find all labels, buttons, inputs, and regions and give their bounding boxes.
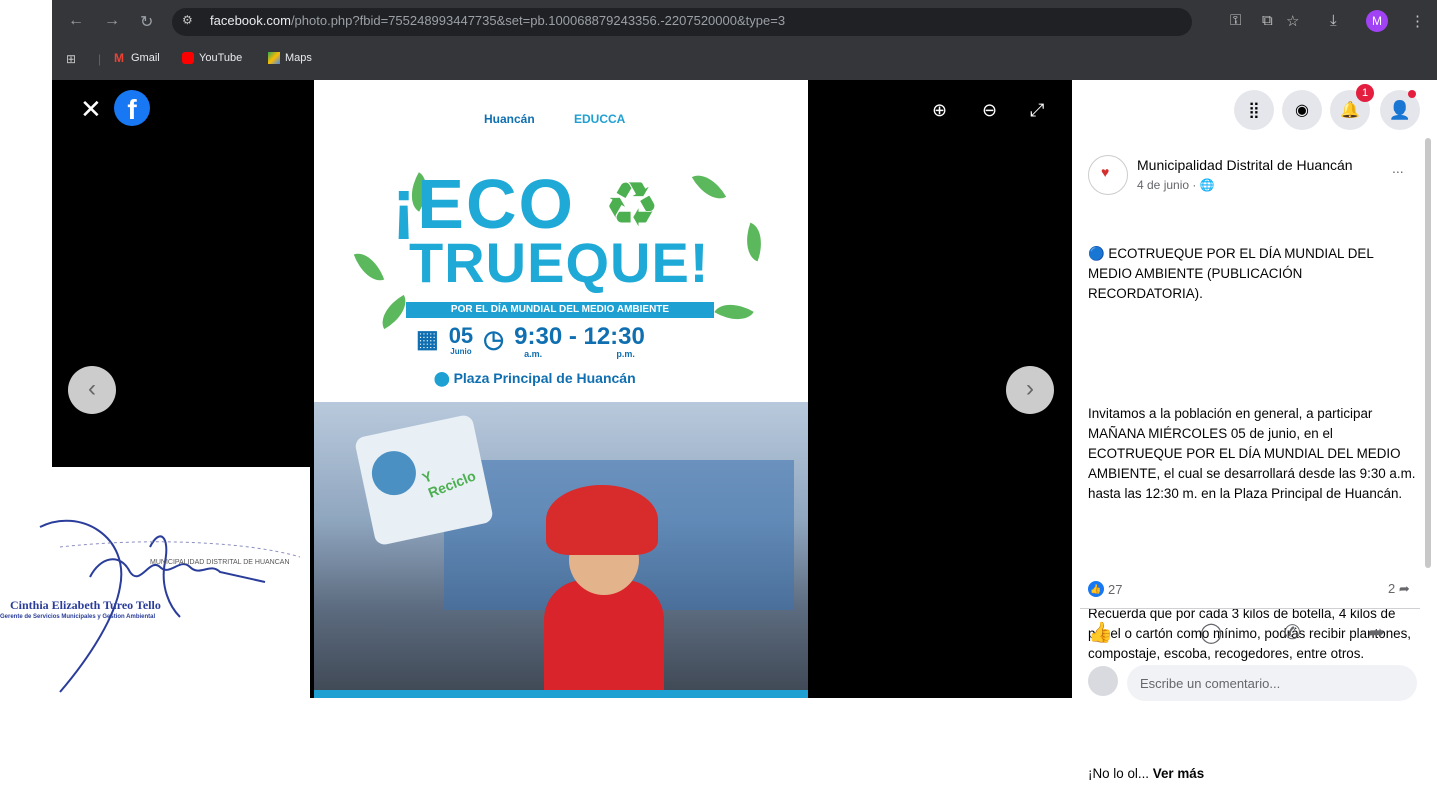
zoom-in-icon[interactable]: ⊕ — [932, 100, 947, 121]
post-author[interactable]: Municipalidad Distrital de Huancán — [1137, 157, 1353, 173]
reaction-summary[interactable]: 👍 27 — [1088, 581, 1122, 597]
apps-grid-icon[interactable]: ⊞ — [66, 52, 76, 66]
fullscreen-icon[interactable]: ⤢ — [1030, 100, 1044, 121]
signature-overlay: MUNICIPALIDAD DISTRITAL DE HUANCAN Cinth… — [0, 467, 310, 698]
url-text[interactable]: facebook.com/photo.php?fbid=755248993447… — [210, 13, 785, 28]
post-text: 🔵 ECOTRUEQUE POR EL DÍA MUNDIAL DEL MEDI… — [1088, 204, 1418, 804]
messenger-button[interactable]: ◉ — [1282, 90, 1322, 130]
menu-grid-button[interactable]: ⣿ — [1234, 90, 1274, 130]
previous-photo-button[interactable]: ‹ — [68, 366, 116, 414]
poster-title-trueque: TRUEQUE! — [409, 231, 710, 294]
commenter-avatar — [1088, 666, 1118, 696]
poster-place: ⬤ Plaza Principal de Huancán — [434, 370, 636, 387]
share-arrow-icon: ➦ — [1398, 581, 1410, 596]
poster-place-text: Plaza Principal de Huancán — [453, 370, 636, 386]
zoom-out-icon[interactable]: ⊖ — [982, 100, 997, 121]
signature-name: Cinthia Elizabeth Tureo Tello — [10, 598, 161, 612]
calendar-icon: ▦ — [416, 326, 439, 353]
bookmark-youtube[interactable]: YouTube — [182, 52, 242, 64]
like-button-icon[interactable]: 👍 — [1088, 620, 1113, 645]
poster-time: 9:30 - 12:30 — [514, 323, 645, 350]
browser-menu-icon[interactable]: ⋮ — [1410, 12, 1425, 30]
comment-placeholder: Escribe un comentario... — [1140, 676, 1281, 691]
account-dot — [1408, 90, 1416, 98]
share-button-icon[interactable]: ➦ — [1368, 620, 1385, 645]
signature-stamp: MUNICIPALIDAD DISTRITAL DE HUANCAN — [150, 559, 290, 566]
see-more-link[interactable]: Ver más — [1153, 766, 1204, 781]
bookmark-label: YouTube — [199, 52, 243, 64]
panel-scrollbar[interactable] — [1425, 138, 1431, 568]
earth-mascot — [367, 447, 421, 500]
page-avatar[interactable]: ♥ — [1088, 155, 1128, 195]
url-host: facebook.com — [210, 13, 291, 28]
post-paragraph: Invitamos a la población en general, a p… — [1088, 406, 1420, 501]
huancan-logo: Huancán — [484, 112, 535, 126]
poster-pm: p.m. — [616, 349, 635, 359]
account-avatar-icon: 👤 — [1388, 99, 1412, 120]
poster-banner: POR EL DÍA MUNDIAL DEL MEDIO AMBIENTE — [406, 302, 714, 318]
poster-month: Junio — [450, 347, 472, 356]
close-icon[interactable]: ✕ — [80, 94, 102, 125]
like-count: 27 — [1108, 581, 1123, 597]
signature-drawing — [39, 519, 301, 693]
page-avatar-icon: ♥ — [1101, 164, 1110, 180]
gmail-icon: M — [114, 51, 124, 65]
bookmark-gmail[interactable]: M Gmail — [114, 52, 160, 64]
url-path: /photo.php?fbid=755248993447735&set=pb.1… — [290, 13, 786, 28]
post-photo: Huancán EDUCCA ¡ECO ♻ TRUEQUE! POR EL DÍ… — [314, 80, 808, 698]
child-hat — [546, 485, 658, 555]
reload-icon[interactable]: ↻ — [140, 12, 153, 32]
bookmark-star-icon[interactable]: ☆ — [1286, 12, 1299, 30]
menu-grid-icon: ⣿ — [1248, 102, 1260, 119]
site-info-icon[interactable]: ⚙ — [182, 13, 193, 27]
photo-bottom-strip — [314, 690, 808, 698]
bell-icon: 🔔 — [1340, 102, 1360, 119]
bookmark-label: Maps — [285, 52, 312, 64]
post-date[interactable]: 4 de junio · 🌐 — [1137, 178, 1215, 192]
youtube-icon — [182, 52, 194, 64]
child-costume — [544, 580, 664, 698]
poster-date-time: ▦ 05 Junio ◷ 9:30 - 12:30 a.m. p.m. — [416, 323, 645, 360]
facebook-logo-icon[interactable]: f — [114, 90, 150, 126]
bookmarks-bar — [52, 46, 1437, 81]
educca-logo: EDUCCA — [574, 112, 626, 126]
share-summary[interactable]: 2 ➦ — [1388, 581, 1410, 597]
cast-icon[interactable]: ⧉ — [1262, 12, 1273, 29]
whatsapp-button-icon[interactable]: ✆ — [1284, 620, 1301, 645]
password-key-icon[interactable]: ⚿ — [1230, 12, 1241, 29]
messenger-icon: ◉ — [1295, 102, 1309, 119]
next-photo-button[interactable]: › — [1006, 366, 1054, 414]
download-icon[interactable]: ⤓ — [1330, 12, 1337, 29]
profile-avatar[interactable]: M — [1366, 10, 1388, 32]
clock-icon: ◷ — [483, 326, 505, 353]
sign-text: Y Reciclo — [419, 467, 478, 501]
poster-am: a.m. — [524, 349, 543, 359]
post-paragraph: ¡No lo ol... — [1088, 766, 1150, 781]
poster-day: 05 — [448, 323, 474, 348]
maps-icon — [268, 52, 280, 64]
share-count: 2 — [1388, 581, 1396, 596]
post-paragraph: 🔵 ECOTRUEQUE POR EL DÍA MUNDIAL DEL MEDI… — [1088, 246, 1378, 301]
notification-badge: 1 — [1356, 84, 1374, 102]
post-more-button[interactable]: ... — [1392, 160, 1404, 176]
comment-button-icon[interactable]: ◯ — [1200, 620, 1222, 645]
bookmark-maps[interactable]: Maps — [268, 52, 312, 64]
forward-icon[interactable]: → — [104, 12, 120, 30]
like-reaction-icon: 👍 — [1088, 581, 1104, 597]
bookmark-separator: | — [98, 52, 102, 66]
bookmark-label: Gmail — [131, 52, 160, 64]
signature-role: Gerente de Servicios Municipales y Gesti… — [0, 614, 156, 620]
divider — [1080, 608, 1420, 609]
back-icon[interactable]: ← — [68, 12, 84, 30]
location-pin-icon: ⬤ — [434, 370, 450, 386]
